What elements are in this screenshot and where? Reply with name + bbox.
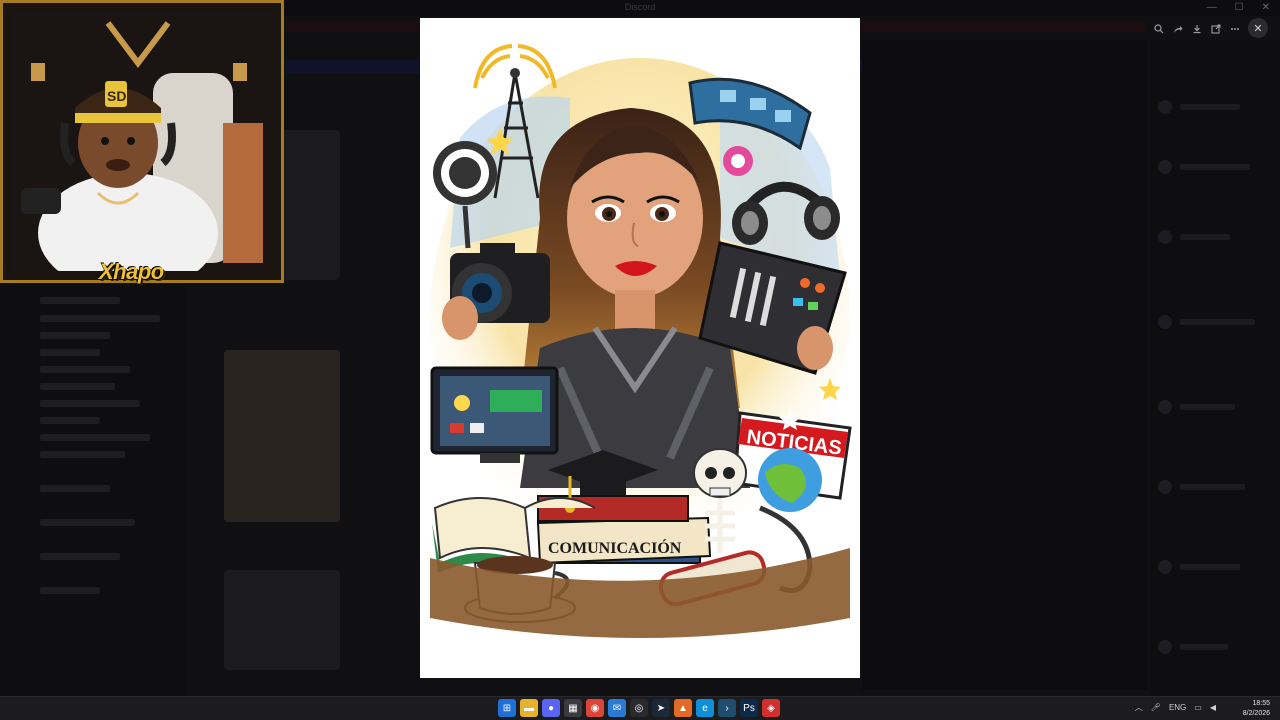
channel-item[interactable]: [40, 417, 100, 424]
download-icon[interactable]: [1188, 20, 1206, 38]
channel-item[interactable]: [40, 297, 120, 304]
taskbar-clock[interactable]: 18:55 8/2/2026: [1243, 699, 1270, 719]
streamer-logo: Xhapo: [99, 259, 164, 284]
channel-item[interactable]: [40, 553, 120, 560]
file-explorer-icon[interactable]: ▬: [520, 699, 538, 717]
open-external-icon[interactable]: [1207, 20, 1225, 38]
photoshop-icon[interactable]: Ps: [740, 699, 758, 717]
vlc-icon[interactable]: ▲: [674, 699, 692, 717]
channel-item[interactable]: [40, 485, 110, 492]
terminal-icon[interactable]: ›: [718, 699, 736, 717]
channel-item[interactable]: [40, 434, 150, 441]
close-viewer-button[interactable]: ✕: [1248, 18, 1268, 38]
member-avatar[interactable]: [1158, 160, 1172, 174]
more-icon[interactable]: [1226, 20, 1244, 38]
channel-item[interactable]: [40, 519, 135, 526]
chrome-icon[interactable]: ◉: [586, 699, 604, 717]
member-name[interactable]: [1180, 164, 1250, 170]
zoom-icon[interactable]: [1150, 20, 1168, 38]
channel-item[interactable]: [40, 349, 100, 356]
member-avatar[interactable]: [1158, 560, 1172, 574]
caricature-illustration: NOTICIAS COMUNICACIÓN: [430, 44, 852, 638]
record-app-icon[interactable]: ◈: [762, 699, 780, 717]
member-avatar[interactable]: [1158, 315, 1172, 329]
chat-backdrop: [862, 40, 1148, 690]
member-avatar[interactable]: [1158, 480, 1172, 494]
member-avatar[interactable]: [1158, 100, 1172, 114]
edge-icon[interactable]: e: [696, 699, 714, 717]
webcam-feed: SD: [13, 13, 271, 271]
steam-icon[interactable]: ➤: [652, 699, 670, 717]
start-icon[interactable]: ⊞: [498, 699, 516, 717]
member-name[interactable]: [1180, 644, 1228, 650]
channel-item[interactable]: [40, 366, 130, 373]
webcam-overlay: SD Xhapo: [0, 0, 284, 284]
member-name[interactable]: [1180, 104, 1240, 110]
member-avatar[interactable]: [1158, 640, 1172, 654]
books-label: COMUNICACIÓN: [548, 538, 682, 557]
channel-item[interactable]: [40, 587, 100, 594]
member-name[interactable]: [1180, 404, 1235, 410]
member-name[interactable]: [1180, 319, 1255, 325]
chat-image-thumb[interactable]: [224, 350, 340, 522]
member-name[interactable]: [1180, 564, 1240, 570]
member-avatar[interactable]: [1158, 400, 1172, 414]
clock-date: 8/2/2026: [1242, 710, 1270, 717]
chevron-up-icon[interactable]: ︿: [1135, 702, 1143, 713]
member-name[interactable]: [1180, 484, 1245, 490]
member-avatar[interactable]: [1158, 230, 1172, 244]
window-controls: — ☐ ✕: [1207, 2, 1270, 13]
microphone-icon[interactable]: 🎤︎: [1151, 703, 1161, 712]
channel-list: [0, 285, 185, 696]
channel-item[interactable]: [40, 451, 125, 458]
channel-item[interactable]: [40, 400, 140, 407]
minimize-icon[interactable]: —: [1207, 2, 1217, 13]
discord-icon[interactable]: ●: [542, 699, 560, 717]
mail-icon[interactable]: ✉: [608, 699, 626, 717]
calendar-icon[interactable]: ▦: [564, 699, 582, 717]
streamer-video: SD: [13, 13, 271, 271]
taskbar-apps: ⊞ ▬ ● ▦ ◉ ✉ ◎ ➤ ▲ e › Ps ◈: [498, 699, 780, 717]
channel-item[interactable]: [40, 383, 115, 390]
member-name[interactable]: [1180, 234, 1230, 240]
obs-icon[interactable]: ◎: [630, 699, 648, 717]
taskbar: ⊞ ▬ ● ▦ ◉ ✉ ◎ ➤ ▲ e › Ps ◈ ︿ 🎤︎ ENG ▭ ◀︎…: [0, 696, 1280, 720]
channel-item[interactable]: [40, 332, 110, 339]
chat-image-thumb[interactable]: [224, 570, 340, 670]
close-window-icon[interactable]: ✕: [1262, 2, 1270, 13]
share-icon[interactable]: [1169, 20, 1187, 38]
monitor: [430, 366, 559, 463]
language-indicator[interactable]: ENG: [1169, 703, 1186, 712]
cap-logo: SD: [107, 88, 126, 104]
system-tray: ︿ 🎤︎ ENG ▭ ◀︎: [1135, 702, 1216, 713]
network-icon[interactable]: ▭: [1194, 703, 1202, 712]
maximize-icon[interactable]: ☐: [1235, 2, 1244, 13]
member-list: [1150, 40, 1280, 696]
volume-icon[interactable]: ◀︎: [1210, 703, 1216, 712]
channel-item[interactable]: [40, 315, 160, 322]
viewer-image[interactable]: NOTICIAS COMUNICACIÓN: [420, 18, 860, 678]
clock-time: 18:55: [1252, 700, 1270, 707]
